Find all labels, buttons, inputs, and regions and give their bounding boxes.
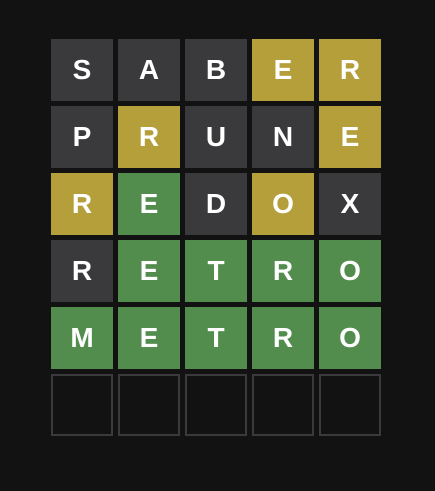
- empty-tile: [185, 374, 247, 436]
- tile: R: [319, 39, 381, 101]
- empty-tile: [252, 374, 314, 436]
- tile: X: [319, 173, 381, 235]
- tile: B: [185, 39, 247, 101]
- tile: S: [51, 39, 113, 101]
- tile: E: [118, 240, 180, 302]
- tile: T: [185, 240, 247, 302]
- tile: O: [319, 307, 381, 369]
- tile: E: [252, 39, 314, 101]
- tile: R: [252, 240, 314, 302]
- tile: M: [51, 307, 113, 369]
- tile: N: [252, 106, 314, 168]
- tile: R: [51, 173, 113, 235]
- tile: P: [51, 106, 113, 168]
- tile: O: [252, 173, 314, 235]
- empty-tile: [51, 374, 113, 436]
- tile: A: [118, 39, 180, 101]
- empty-tile: [319, 374, 381, 436]
- empty-tile: [118, 374, 180, 436]
- tile: E: [118, 173, 180, 235]
- tile: R: [252, 307, 314, 369]
- tile: R: [51, 240, 113, 302]
- game-board: S A B E R P R U N E R E D O X R E T R O …: [51, 39, 381, 436]
- tile: D: [185, 173, 247, 235]
- tile: O: [319, 240, 381, 302]
- tile: U: [185, 106, 247, 168]
- tile: E: [319, 106, 381, 168]
- tile: T: [185, 307, 247, 369]
- tile: R: [118, 106, 180, 168]
- tile: E: [118, 307, 180, 369]
